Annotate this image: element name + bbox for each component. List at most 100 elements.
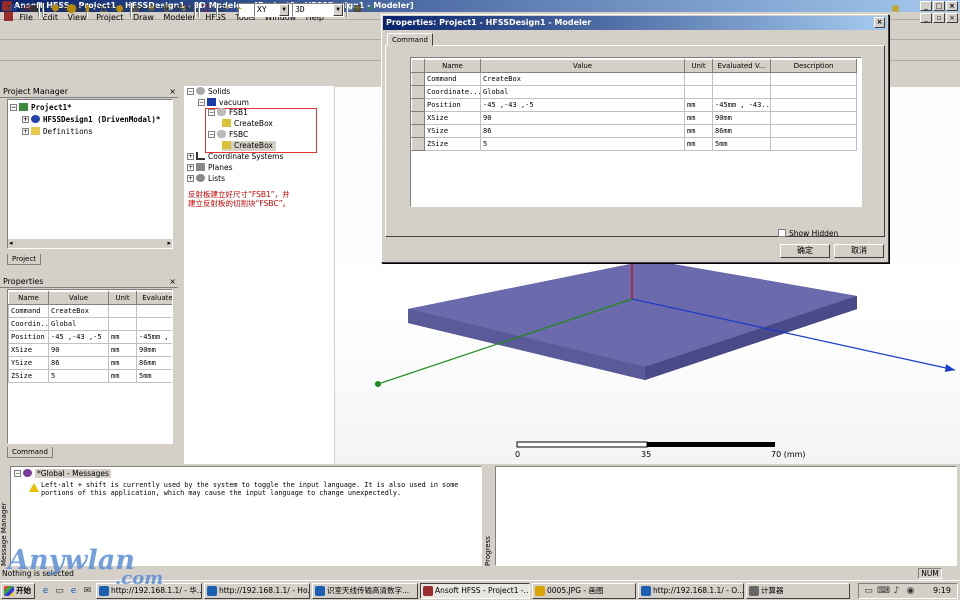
tree-item-fsb1[interactable]: − FSB1 xyxy=(208,108,248,118)
cylinder2-icon[interactable]: ▮ xyxy=(82,4,93,15)
tree-item-lists[interactable]: + Lists xyxy=(187,174,225,184)
table-cell[interactable]: Global xyxy=(48,317,109,331)
dialog-table-row[interactable]: Command CreateBox xyxy=(411,72,857,86)
table-row[interactable]: YSize 86 mm 86mm xyxy=(8,356,172,370)
dialog-col-name[interactable]: Name xyxy=(424,59,481,73)
dialog-table-row[interactable]: Coordinate... Global xyxy=(411,85,857,99)
dialog-tab-command[interactable]: Command xyxy=(387,33,433,46)
analyze-icon[interactable]: ✔ xyxy=(366,4,377,15)
tab-project[interactable]: Project xyxy=(7,254,41,265)
cone-icon[interactable]: △ xyxy=(98,4,109,15)
close-button[interactable]: × xyxy=(946,1,958,11)
tree-item-definitions[interactable]: + Definitions xyxy=(22,127,93,137)
project-tree-hscroll[interactable]: ◂ ▸ xyxy=(8,238,172,248)
dialog-col-unit[interactable]: Unit xyxy=(684,59,713,73)
ansoft-icon[interactable]: ⊘ xyxy=(22,4,33,15)
plane-select[interactable]: XY ▼ xyxy=(254,3,290,17)
polyhedron-icon[interactable]: ⬡ xyxy=(162,4,173,15)
col-name[interactable]: Name xyxy=(8,291,49,305)
taskbar-item-hfss[interactable]: Ansoft HFSS - Project1 -... xyxy=(420,583,530,599)
row-header[interactable] xyxy=(411,72,425,86)
tree-item-fsb1-createbox[interactable]: CreateBox xyxy=(222,119,273,129)
table-cell[interactable]: -45 ,-43 ,-5 xyxy=(48,330,109,344)
row-header[interactable] xyxy=(411,111,425,125)
checkbox-box[interactable] xyxy=(778,229,786,237)
tree-item-vacuum[interactable]: − vacuum xyxy=(198,98,249,108)
table-row[interactable]: Command CreateBox xyxy=(8,304,172,318)
table-row[interactable]: Position -45 ,-43 ,-5 mm -45mm , xyxy=(8,330,172,344)
dialog-table-cell[interactable]: 90 xyxy=(480,111,685,125)
torus-icon[interactable]: ◎ xyxy=(130,4,141,15)
table-cell[interactable]: 86 xyxy=(48,356,109,370)
volume-tray-icon[interactable]: ♪ xyxy=(891,586,902,597)
dialog-table-row[interactable]: ZSize 5 mm 5mm xyxy=(411,137,857,151)
sphere-icon[interactable]: ● xyxy=(114,4,125,15)
dialog-table-cell[interactable]: 86 xyxy=(480,124,685,138)
dialog-table-row[interactable]: Position -45 ,-43 ,-5 mm -45mm , -43... xyxy=(411,98,857,112)
dialog-col-value[interactable]: Value xyxy=(480,59,685,73)
tree-item-fsbc-createbox[interactable]: CreateBox xyxy=(222,141,276,151)
dialog-table-cell[interactable]: 5 xyxy=(480,137,685,151)
cylinder-icon[interactable]: ⬤ xyxy=(66,4,77,15)
dialog-table-row[interactable]: XSize 90 mm 90mm xyxy=(411,111,857,125)
tree-item-coordinate-systems[interactable]: + Coordinate Systems xyxy=(187,152,283,162)
tree-item-fsbc[interactable]: − FSBC xyxy=(208,130,248,140)
row-header[interactable] xyxy=(411,85,425,99)
mail-quicklaunch-icon[interactable]: ✉ xyxy=(82,586,93,597)
grid-icon[interactable]: ▦ xyxy=(352,4,363,15)
dialog-table-row[interactable]: YSize 86 mm 86mm xyxy=(411,124,857,138)
line-icon[interactable]: ⌁ xyxy=(234,4,245,15)
view-select[interactable]: 3D ▼ xyxy=(292,3,344,17)
table-cell[interactable]: 5 xyxy=(48,369,109,383)
point-icon[interactable]: • xyxy=(222,4,233,15)
tree-item-planes[interactable]: + Planes xyxy=(187,163,232,173)
table-row[interactable]: ZSize 5 mm 5mm xyxy=(8,369,172,383)
ie2-quicklaunch-icon[interactable]: e xyxy=(68,586,79,597)
row-header[interactable] xyxy=(411,124,425,138)
network-tray-icon[interactable]: ▭ xyxy=(863,586,874,597)
maximize-button[interactable]: □ xyxy=(933,1,945,11)
taskbar-item-calculator[interactable]: 计算器 xyxy=(746,583,850,599)
dialog-col-evaluated[interactable]: Evaluated V... xyxy=(712,59,771,73)
panel-close-icon[interactable]: × xyxy=(169,88,176,96)
hfss-setup-icon[interactable]: ⚙ xyxy=(8,4,19,15)
dialog-close-button[interactable]: × xyxy=(874,17,885,28)
taskbar-item-6[interactable]: http://192.168.1.1/ - O... xyxy=(638,583,744,599)
desktop-quicklaunch-icon[interactable]: ▭ xyxy=(54,586,65,597)
col-evaluated[interactable]: Evaluate xyxy=(136,291,172,305)
ime-tray-icon[interactable]: ⌨ xyxy=(877,586,890,597)
mdi-minimize-button[interactable]: _ xyxy=(920,13,932,23)
tray-app-icon[interactable]: ◉ xyxy=(905,586,916,597)
tree-item-project[interactable]: − Project1* xyxy=(10,103,72,113)
table-row[interactable]: Coordin...Global xyxy=(8,317,172,331)
table-row[interactable]: XSize 90 mm 90mm xyxy=(8,343,172,357)
properties-close-icon[interactable]: × xyxy=(169,278,176,286)
table-cell[interactable]: 90 xyxy=(48,343,109,357)
helix-icon[interactable]: ≡ xyxy=(146,4,157,15)
show-hidden-checkbox[interactable]: Show Hidden xyxy=(778,229,838,238)
table-cell[interactable]: CreateBox xyxy=(48,304,109,318)
col-value[interactable]: Value xyxy=(48,291,109,305)
cancel-button[interactable]: 取消 xyxy=(834,244,884,258)
tree-item-solids[interactable]: − Solids xyxy=(187,87,230,97)
tab-command[interactable]: Command xyxy=(7,447,53,458)
tree-item-design[interactable]: + HFSSDesign1 (DrivenModal)* xyxy=(22,115,160,125)
ok-button[interactable]: 确定 xyxy=(780,244,830,258)
taskbar-item-2[interactable]: http://192.168.1.1/ - Ho... xyxy=(204,583,310,599)
mdi-restore-button[interactable]: ▫ xyxy=(933,13,945,23)
minimize-button[interactable]: _ xyxy=(920,1,932,11)
taskbar-item-3[interactable]: 识室天线传输高清数字... xyxy=(312,583,418,599)
dialog-table-cell[interactable]: -45 ,-43 ,-5 xyxy=(480,98,685,112)
row-header[interactable] xyxy=(411,137,425,151)
dialog-col-description[interactable]: Description xyxy=(770,59,857,73)
col-unit[interactable]: Unit xyxy=(108,291,137,305)
message-root[interactable]: − *Global - Messages xyxy=(14,469,111,479)
taskbar-item-paint[interactable]: 0005.JPG - 画图 xyxy=(532,583,636,599)
dialog-table-cell[interactable]: Global xyxy=(480,85,685,99)
dialog-table-cell[interactable]: CreateBox xyxy=(480,72,685,86)
results-icon[interactable]: ▣ xyxy=(890,4,901,15)
bondwire-icon[interactable]: ↯ xyxy=(178,4,189,15)
row-header[interactable] xyxy=(411,98,425,112)
mdi-close-button[interactable]: × xyxy=(946,13,958,23)
relative-cs-icon[interactable]: ⬡ xyxy=(200,4,211,15)
